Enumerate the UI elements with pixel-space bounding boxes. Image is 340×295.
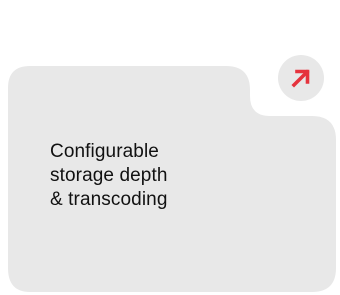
feature-card: Configurable storage depth & transcoding <box>0 0 340 295</box>
open-feature-button[interactable] <box>278 55 324 101</box>
arrow-up-right-icon <box>291 69 310 88</box>
feature-description: Configurable storage depth & transcoding <box>50 141 168 210</box>
